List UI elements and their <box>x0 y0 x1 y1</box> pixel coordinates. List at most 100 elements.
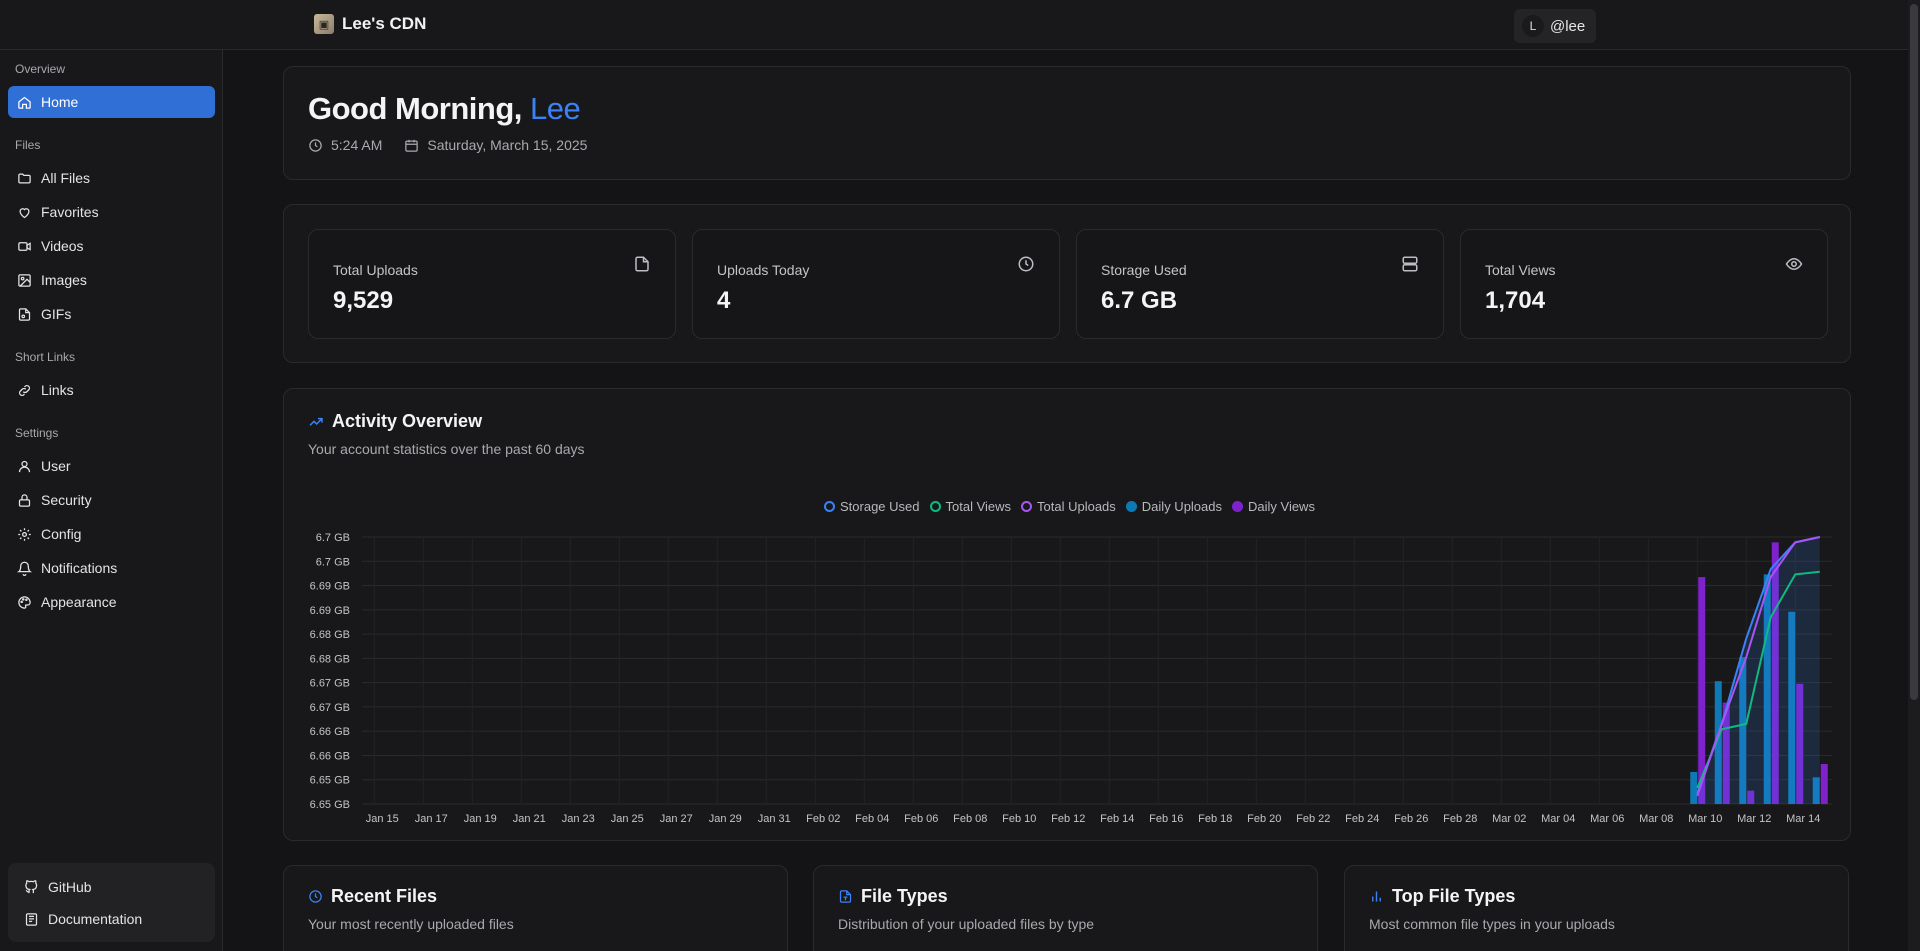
scroll-thumb[interactable] <box>1910 4 1918 700</box>
sidebar-item-favorites[interactable]: Favorites <box>8 196 215 228</box>
file-type-icon <box>839 890 852 903</box>
x-tick-label: Mar 12 <box>1737 813 1771 825</box>
user-icon <box>18 460 31 472</box>
chart-legend: Storage Used Total Views Total Uploads D… <box>824 499 1315 514</box>
brand-logo: ▣ <box>314 14 334 34</box>
legend-daily-views[interactable]: Daily Views <box>1232 499 1315 514</box>
y-tick-label: 6.65 GB <box>310 799 350 811</box>
x-tick-label: Jan 27 <box>660 813 693 825</box>
sidebar-item-security[interactable]: Security <box>8 484 215 516</box>
x-tick-label: Jan 15 <box>366 813 399 825</box>
legend-daily-uploads[interactable]: Daily Uploads <box>1125 499 1222 514</box>
clock-icon <box>1018 256 1034 272</box>
x-tick-label: Feb 04 <box>855 813 889 825</box>
sidebar-section-title: Short Links <box>15 350 76 364</box>
sidebar-item-label: Links <box>41 382 74 398</box>
eye-icon <box>1785 257 1803 271</box>
palette-icon <box>18 595 31 609</box>
y-tick-label: 6.66 GB <box>310 726 350 738</box>
sidebar-item-home[interactable]: Home <box>8 86 215 118</box>
sidebar-item-links[interactable]: Links <box>8 374 215 406</box>
brand[interactable]: ▣ Lee's CDN <box>314 14 426 34</box>
x-tick-label: Mar 02 <box>1492 813 1526 825</box>
bar-daily-views <box>1820 763 1828 804</box>
legend-swatch <box>824 501 835 512</box>
recent-files-card: Recent Files Your most recently uploaded… <box>283 865 788 951</box>
sidebar-item-label: Appearance <box>41 594 117 610</box>
y-tick-label: 6.68 GB <box>310 653 350 665</box>
x-tick-label: Feb 16 <box>1149 813 1183 825</box>
page-title: Good Morning, Lee <box>308 91 581 127</box>
server-icon <box>1402 256 1418 272</box>
sidebar-item-label: Notifications <box>41 560 118 576</box>
sidebar-item-gifs[interactable]: GIFs <box>8 298 215 330</box>
sidebar: Overview Home Files All Files Favorites … <box>0 50 223 951</box>
legend-label: Daily Views <box>1248 499 1315 514</box>
legend-label: Total Views <box>945 499 1012 514</box>
sidebar-item-label: User <box>41 458 71 474</box>
lock-icon <box>18 493 31 507</box>
x-tick-label: Jan 29 <box>709 813 742 825</box>
legend-label: Daily Uploads <box>1141 499 1222 514</box>
file-gif-icon <box>18 307 31 321</box>
y-tick-label: 6.7 GB <box>316 532 350 544</box>
sidebar-item-user[interactable]: User <box>8 450 215 482</box>
folder-icon <box>18 173 31 183</box>
legend-swatch <box>929 501 941 512</box>
avatar: L <box>1522 15 1544 37</box>
activity-subtitle: Your account statistics over the past 60… <box>308 441 585 457</box>
sidebar-item-label: Images <box>41 272 87 288</box>
link-icon <box>19 384 30 396</box>
x-tick-label: Feb 10 <box>1002 813 1036 825</box>
x-tick-label: Mar 06 <box>1590 813 1624 825</box>
legend-label: Total Uploads <box>1037 499 1116 514</box>
y-tick-label: 6.69 GB <box>310 605 350 617</box>
top-file-types-title: Top File Types <box>1369 886 1515 907</box>
calendar-icon <box>405 139 419 152</box>
time-text: 5:24 AM <box>331 137 383 153</box>
legend-storage-used[interactable]: Storage Used <box>824 499 920 514</box>
x-tick-label: Feb 24 <box>1345 813 1379 825</box>
stat-label: Storage Used <box>1101 262 1187 278</box>
sidebar-item-label: Security <box>41 492 92 508</box>
page-scrollbar[interactable] <box>1908 0 1920 951</box>
x-tick-label: Feb 26 <box>1394 813 1428 825</box>
x-tick-label: Jan 25 <box>611 813 644 825</box>
x-tick-label: Jan 21 <box>513 813 546 825</box>
legend-total-views[interactable]: Total Views <box>929 499 1012 514</box>
image-icon <box>18 273 31 287</box>
current-date: Saturday, March 15, 2025 <box>404 137 587 153</box>
x-tick-label: Mar 08 <box>1639 813 1673 825</box>
sidebar-item-all-files[interactable]: All Files <box>8 162 215 194</box>
documentation-link[interactable]: Documentation <box>8 903 215 935</box>
sidebar-footer: GitHub Documentation <box>8 863 215 942</box>
stat-label: Total Uploads <box>333 262 418 278</box>
sidebar-item-images[interactable]: Images <box>8 264 215 296</box>
sidebar-item-config[interactable]: Config <box>8 518 215 550</box>
user-menu-button[interactable]: L @lee <box>1514 9 1596 43</box>
sidebar-section-title: Settings <box>15 426 59 440</box>
current-time: 5:24 AM <box>308 137 382 153</box>
stat-label: Total Views <box>1485 262 1556 278</box>
sidebar-section-title: Overview <box>15 62 66 76</box>
video-icon <box>18 241 31 251</box>
sidebar-item-label: Config <box>41 526 82 542</box>
home-icon <box>18 96 31 109</box>
file-types-card: File Types Distribution of your uploaded… <box>813 865 1318 951</box>
sidebar-item-label: Home <box>41 94 79 110</box>
sidebar-item-label: Favorites <box>41 204 99 220</box>
card-title-text: Recent Files <box>331 886 438 906</box>
legend-swatch <box>1232 501 1243 512</box>
x-tick-label: Feb 18 <box>1198 813 1232 825</box>
sidebar-item-notifications[interactable]: Notifications <box>8 552 215 584</box>
sidebar-item-videos[interactable]: Videos <box>8 230 215 262</box>
file-types-title: File Types <box>838 886 948 907</box>
stat-label: Uploads Today <box>717 262 810 278</box>
github-link[interactable]: GitHub <box>8 871 215 903</box>
stat-value: 6.7 GB <box>1101 287 1178 314</box>
x-tick-label: Jan 23 <box>562 813 595 825</box>
sidebar-item-appearance[interactable]: Appearance <box>8 586 215 618</box>
gear-icon <box>18 527 31 541</box>
legend-total-uploads[interactable]: Total Uploads <box>1021 499 1116 514</box>
stats-card: Total Uploads 9,529 Uploads Today 4 Stor… <box>283 204 1851 363</box>
